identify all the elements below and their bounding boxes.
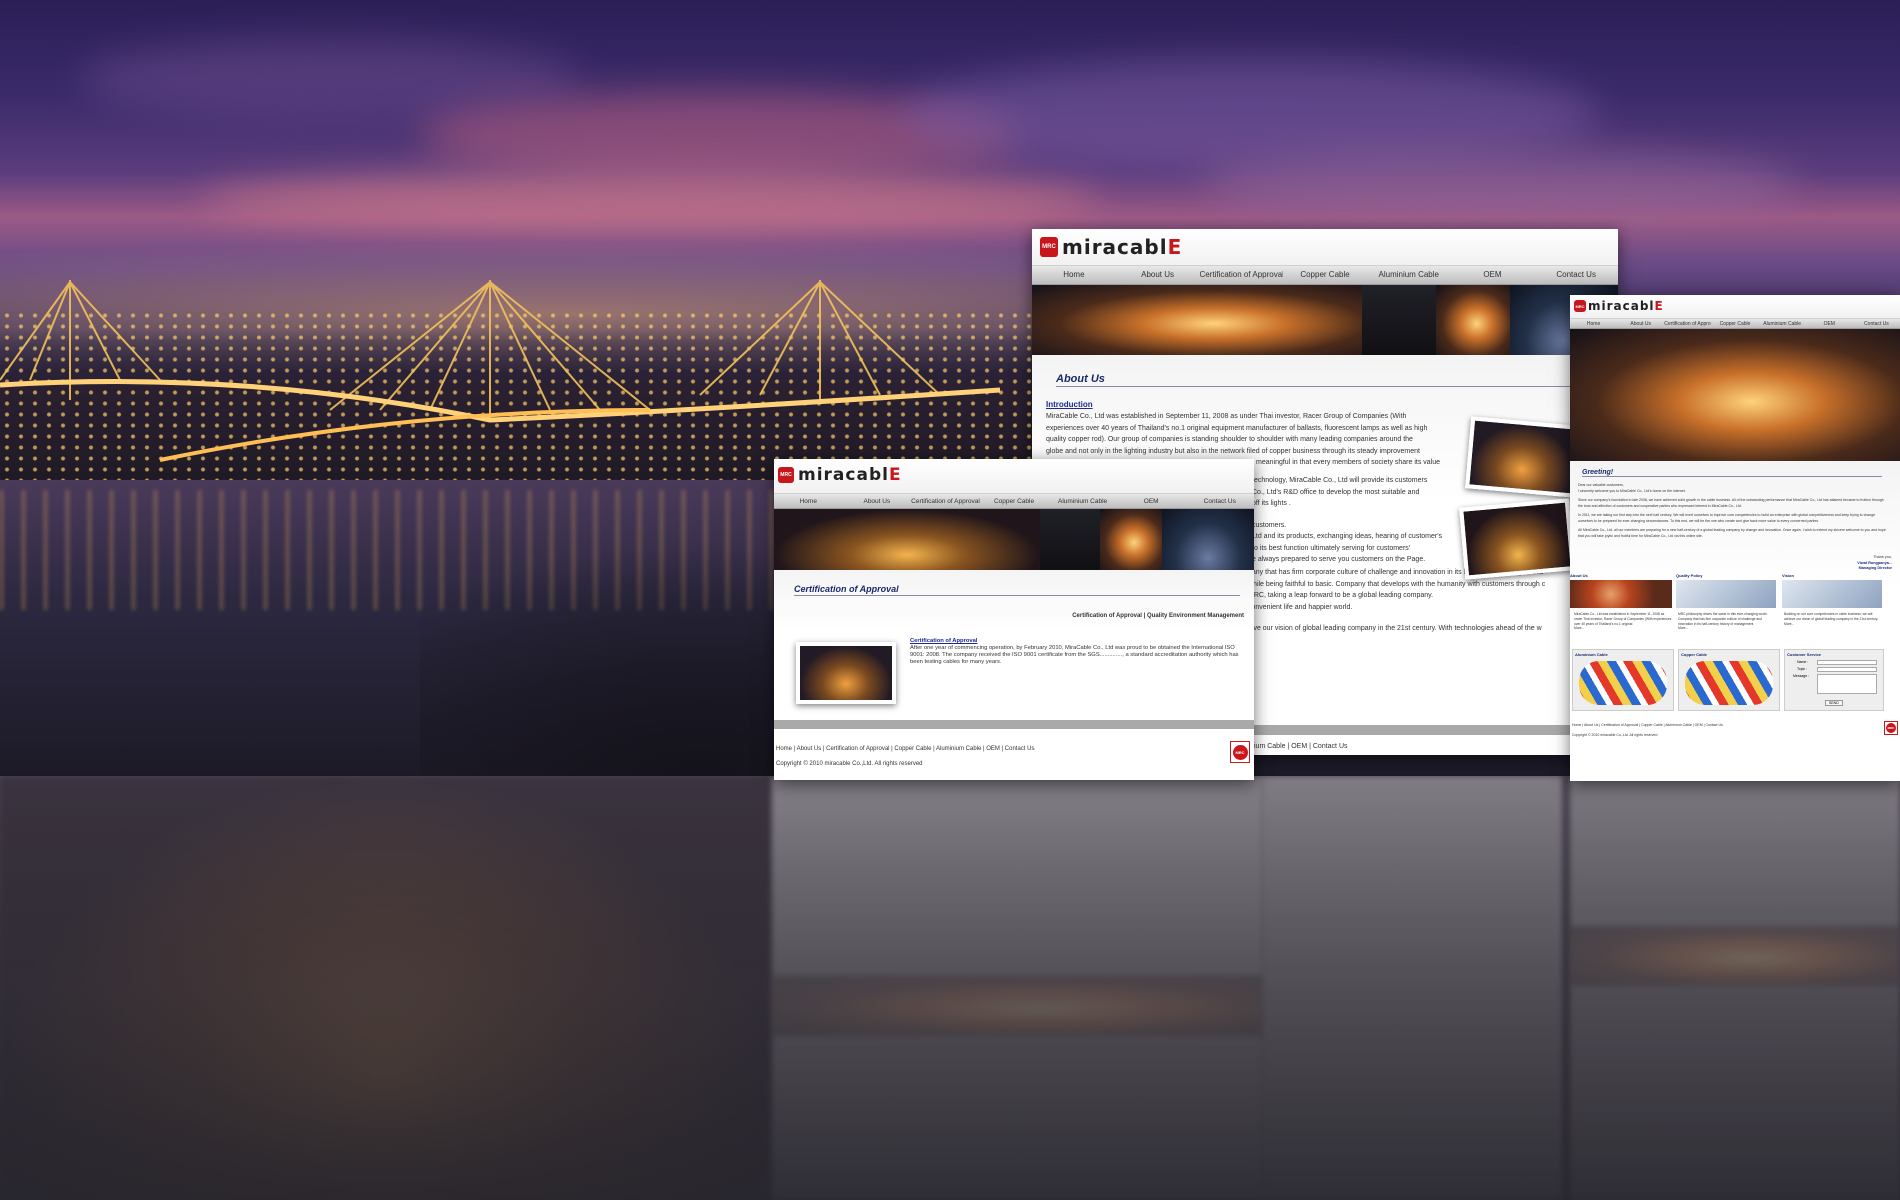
nav-about-us[interactable]: About Us xyxy=(1617,319,1664,328)
site-logo: miracablE xyxy=(798,465,902,485)
product-aluminium[interactable]: Aluminium Cable xyxy=(1572,649,1674,711)
about-text-2: technology, MiraCable Co., Ltd will prov… xyxy=(1252,477,1443,563)
col-text-about: MiraCable Co., Ltd was established in Se… xyxy=(1574,612,1672,631)
form-label-topic: Topic : xyxy=(1797,667,1808,671)
banner-photo-dark xyxy=(1040,509,1100,570)
certification-link[interactable]: Certification of Approval xyxy=(910,638,1240,645)
about-photo-2 xyxy=(1459,498,1575,580)
nav-contact-us[interactable]: Contact Us xyxy=(1185,494,1254,508)
nav-contact-us[interactable]: Contact Us xyxy=(1534,266,1618,284)
about-text-3: pany that has firm corporate culture of … xyxy=(1248,569,1546,632)
nav-oem[interactable]: OEM xyxy=(1117,494,1186,508)
nav-aluminium-cable[interactable]: Aluminium Cable xyxy=(1048,494,1117,508)
nav-copper-cable[interactable]: Copper Cable xyxy=(1283,266,1367,284)
banner-photo-dark xyxy=(1362,285,1436,355)
site-header: MRC miracablE xyxy=(1570,295,1900,318)
content-area: Certification of Approval Certification … xyxy=(774,570,1254,720)
footer-links[interactable]: Home | About Us | Certification of Appro… xyxy=(1572,723,1723,727)
product-copper-title: Copper Cable xyxy=(1681,652,1708,657)
site-header: MRC miracablE xyxy=(774,459,1254,493)
nav-oem[interactable]: OEM xyxy=(1451,266,1535,284)
about-photo-1 xyxy=(1465,416,1581,498)
banner-photo-station-small xyxy=(1436,285,1510,355)
greeting-text: Dear our valuable customers, I sincerely… xyxy=(1578,483,1886,538)
site-logo: miracablE xyxy=(1588,299,1664,313)
aluminium-cable-photo xyxy=(1579,661,1667,705)
mrc-stamp-logo: MRC xyxy=(1230,741,1250,763)
site-header: MRC miracablE xyxy=(1032,229,1618,265)
copyright: Copyright © 2010 miracable Co.,Ltd. All … xyxy=(1572,733,1658,737)
col-text-quality: MRC philosophy drives the same in this e… xyxy=(1678,612,1768,631)
main-nav: Home About Us Certification of Approval … xyxy=(774,493,1254,509)
banner-photo-city xyxy=(1162,509,1254,570)
reflection-area xyxy=(0,776,1900,1200)
topic-input[interactable] xyxy=(1817,667,1877,672)
col-text-vision: Building on our core competencies in cab… xyxy=(1784,612,1879,626)
footer-links[interactable]: ium Cable | OEM | Contact Us xyxy=(1254,743,1348,750)
main-nav: Home About Us Certification of Approval … xyxy=(1570,318,1900,329)
bridge-illustration xyxy=(0,280,1000,462)
nav-copper-cable[interactable]: Copper Cable xyxy=(980,494,1049,508)
message-textarea[interactable] xyxy=(1817,674,1877,694)
nav-contact-us[interactable]: Contact Us xyxy=(1853,319,1900,328)
name-input[interactable] xyxy=(1817,660,1877,665)
hero-photo xyxy=(1570,329,1900,461)
nav-oem[interactable]: OEM xyxy=(1806,319,1853,328)
form-label-message: Message : xyxy=(1793,674,1810,678)
banner xyxy=(774,509,1254,570)
logo-badge: MRC xyxy=(1040,237,1058,257)
logo-badge: MRC xyxy=(1574,300,1586,312)
banner xyxy=(1032,285,1618,355)
nav-about-us[interactable]: About Us xyxy=(843,494,912,508)
col-photo-about xyxy=(1570,580,1672,608)
copper-cable-photo xyxy=(1685,661,1773,705)
nav-copper-cable[interactable]: Copper Cable xyxy=(1711,319,1758,328)
nav-certification[interactable]: Certification of Approval xyxy=(1664,319,1711,328)
section-title: About Us xyxy=(1056,373,1105,385)
form-label-name: Name : xyxy=(1797,660,1809,664)
intro-heading[interactable]: Introduction xyxy=(1046,400,1093,409)
customer-service-form: Customer Service Name : Topic : Message … xyxy=(1784,649,1884,711)
content-area: Greeting! Dear our valuable customers, I… xyxy=(1570,461,1900,781)
certification-photo xyxy=(796,642,896,704)
nav-home[interactable]: Home xyxy=(1032,266,1116,284)
footer-bar xyxy=(774,720,1254,729)
banner-photo-bridge xyxy=(774,509,1040,570)
banner-photo-station xyxy=(1032,285,1362,355)
footer-links[interactable]: Home | About Us | Certification of Appro… xyxy=(776,746,1034,752)
nav-aluminium-cable[interactable]: Aluminium Cable xyxy=(1367,266,1451,284)
nav-aluminium-cable[interactable]: Aluminium Cable xyxy=(1759,319,1806,328)
banner-photo-station xyxy=(1100,509,1162,570)
nav-home[interactable]: Home xyxy=(774,494,843,508)
col-photo-quality xyxy=(1676,580,1776,608)
logo-badge: MRC xyxy=(778,467,794,483)
sub-nav[interactable]: Certification of Approval | Quality Envi… xyxy=(1072,613,1244,619)
signature: Thank you, Viwat Rungpanya... Managing D… xyxy=(1857,555,1892,570)
nav-home[interactable]: Home xyxy=(1570,319,1617,328)
certification-text: Certification of Approval After one year… xyxy=(910,638,1240,665)
copyright: Copyright © 2010 miracable Co.,Ltd. All … xyxy=(776,761,923,767)
send-button[interactable]: SEND xyxy=(1825,700,1843,706)
nav-about-us[interactable]: About Us xyxy=(1116,266,1200,284)
website-mockup-home: MRC miracablE Home About Us Certificatio… xyxy=(1570,295,1900,781)
website-mockup-certification: MRC miracablE Home About Us Certificatio… xyxy=(774,459,1254,780)
mrc-stamp-logo: MRC xyxy=(1884,721,1898,735)
site-logo: miracablE xyxy=(1062,235,1183,259)
customer-service-title: Customer Service xyxy=(1787,652,1822,657)
nav-certification[interactable]: Certification of Approval xyxy=(911,494,980,508)
nav-certification[interactable]: Certification of Approval xyxy=(1199,266,1283,284)
section-title: Certification of Approval xyxy=(794,584,899,594)
greeting-title: Greeting! xyxy=(1582,469,1614,476)
main-nav: Home About Us Certification of Approval … xyxy=(1032,265,1618,285)
col-photo-vision xyxy=(1782,580,1882,608)
product-aluminium-title: Aluminium Cable xyxy=(1575,652,1608,657)
product-copper[interactable]: Copper Cable xyxy=(1678,649,1780,711)
